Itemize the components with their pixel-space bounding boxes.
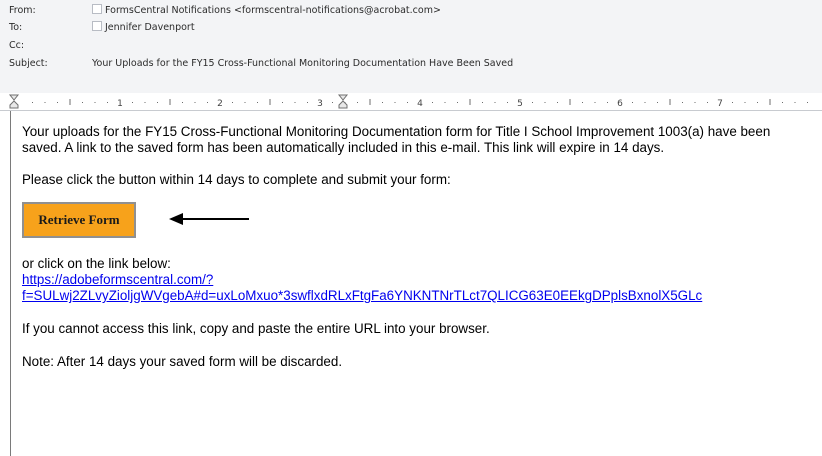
link-line-1[interactable]: https://adobeformscentral.com/? <box>22 272 213 287</box>
saved-form-link[interactable]: https://adobeformscentral.com/? f=SULwj2Z… <box>22 272 702 303</box>
contact-checkbox-icon <box>92 21 102 31</box>
to-recipient[interactable]: Jennifer Davenport <box>105 22 195 33</box>
ruler-number: 1 <box>117 99 123 109</box>
to-value[interactable]: Jennifer Davenport <box>92 20 195 35</box>
from-label: From: <box>9 5 36 16</box>
ruler[interactable]: 1 2 3 4 5 6 7 <box>0 93 822 111</box>
message-header: From: FormsCentral Notifications <formsc… <box>0 0 822 94</box>
ruler-number: 3 <box>317 99 323 109</box>
note-text: Note: After 14 days your saved form will… <box>22 354 343 369</box>
from-value[interactable]: FormsCentral Notifications <formscentral… <box>92 3 441 18</box>
ruler-graphic: 1 2 3 4 5 6 7 <box>0 94 822 109</box>
intro-paragraph: Your uploads for the FY15 Cross-Function… <box>22 124 771 155</box>
retrieve-form-button[interactable]: Retrieve Form <box>22 202 136 238</box>
ruler-number: 4 <box>417 99 423 109</box>
instruction-text: Please click the button within 14 days t… <box>22 172 451 187</box>
ruler-number: 7 <box>717 99 723 109</box>
link-line-2[interactable]: f=SULwj2ZLvyZioljgWVgebA#d=uxLoMxuo*3swf… <box>22 288 702 303</box>
ruler-number: 6 <box>617 99 623 109</box>
cannot-access-text: If you cannot access this link, copy and… <box>22 321 490 336</box>
ruler-number: 5 <box>517 99 523 109</box>
from-address[interactable]: FormsCentral Notifications <formscentral… <box>105 5 441 16</box>
contact-checkbox-icon <box>92 4 102 14</box>
margin-line <box>10 111 11 456</box>
subject-label: Subject: <box>9 58 48 69</box>
arrow-left-icon <box>169 213 249 225</box>
button-row: Retrieve Form <box>22 202 812 242</box>
subject-value: Your Uploads for the FY15 Cross-Function… <box>92 58 514 69</box>
message-body: Your uploads for the FY15 Cross-Function… <box>22 124 812 370</box>
to-label: To: <box>9 22 23 33</box>
or-click-text: or click on the link below: <box>22 256 171 271</box>
ruler-number: 2 <box>217 99 223 109</box>
cc-label: Cc: <box>9 40 25 51</box>
form-link-paragraph: https://adobeformscentral.com/? f=SULwj2Z… <box>22 272 812 304</box>
